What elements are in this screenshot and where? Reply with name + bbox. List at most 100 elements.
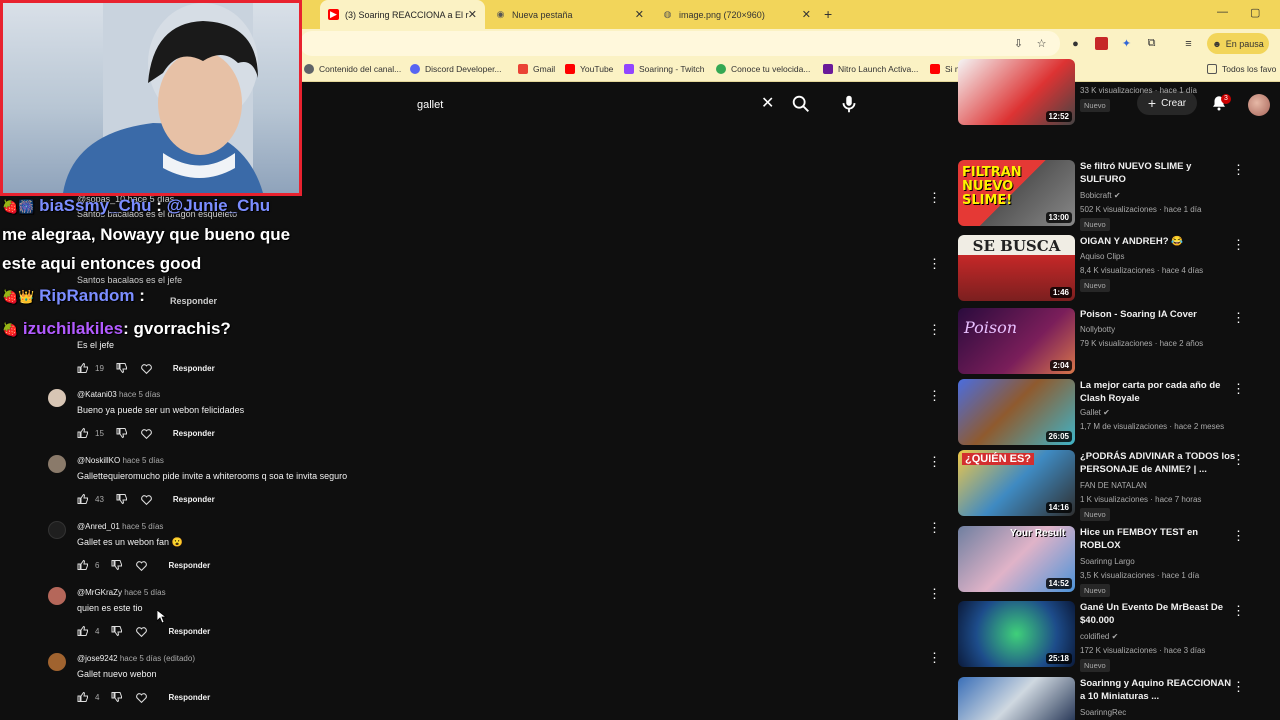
like-icon[interactable] [77,691,89,703]
related-video[interactable]: 26:05 La mejor carta por cada año de Cla… [958,379,1248,445]
extension-blue-icon[interactable]: ✦ [1120,37,1133,50]
comment-author[interactable]: @NoskillKO [77,456,120,465]
video-title[interactable]: Poison - Soaring IA Cover [1080,308,1238,321]
video-channel[interactable]: Nollybotty [1080,325,1115,334]
video-channel[interactable]: FAN DE NATALAN [1080,481,1147,490]
video-menu-icon[interactable]: ⋮ [1232,237,1245,253]
account-avatar[interactable] [1248,94,1270,116]
video-title[interactable]: La mejor carta por cada año de Clash Roy… [1080,379,1238,405]
like-icon[interactable] [77,362,89,374]
comment-avatar[interactable] [48,455,66,473]
related-video[interactable]: Poison 2:04 Poison - Soaring IA Cover No… [958,308,1248,374]
bookmark-item[interactable]: Nitro Launch Activa... [823,64,918,74]
maximize-icon[interactable]: ▢ [1250,6,1260,19]
related-video[interactable]: ¿QUIÉN ES? 14:16 ¿PODRÁS ADIVINAR a TODO… [958,450,1248,521]
close-tab-icon[interactable]: ✕ [802,8,811,21]
bookmark-item[interactable]: Discord Developer... [410,64,502,74]
dislike-icon[interactable] [111,559,123,571]
heart-icon[interactable] [135,691,148,704]
tab-youtube[interactable]: ▶ (3) Soaring REACCIONA a El r ✕ [320,0,485,29]
extension-red-icon[interactable] [1095,37,1108,50]
video-thumbnail[interactable]: 26:05 [958,379,1075,445]
video-channel[interactable]: Bobicraft ✔ [1080,191,1121,200]
comment-menu-icon[interactable]: ⋮ [928,257,941,270]
dislike-icon[interactable] [111,691,123,703]
video-menu-icon[interactable]: ⋮ [1232,452,1245,468]
video-thumbnail[interactable]: 12:52 [958,59,1075,125]
video-channel[interactable]: coldified ✔ [1080,632,1118,641]
new-tab-button[interactable]: + [824,6,832,22]
comment-menu-icon[interactable]: ⋮ [928,455,941,468]
video-thumbnail[interactable]: SE BUSCA 1:46 [958,235,1075,301]
bookmark-item[interactable]: Conoce tu velocida... [716,64,810,74]
video-menu-icon[interactable]: ⋮ [1232,528,1245,544]
heart-icon[interactable] [140,362,153,375]
comment-author[interactable]: @jose9242 [77,654,118,663]
address-bar[interactable] [300,31,1060,56]
video-thumbnail[interactable] [958,677,1075,720]
comment-avatar[interactable] [48,521,66,539]
extension-icon[interactable]: ● [1069,37,1082,50]
video-menu-icon[interactable]: ⋮ [1232,381,1245,397]
comment-menu-icon[interactable]: ⋮ [928,389,941,402]
video-title[interactable]: Se filtró NUEVO SLIME y SULFURO [1080,160,1238,186]
extensions-puzzle-icon[interactable]: ⧉ [1145,37,1158,50]
video-menu-icon[interactable]: ⋮ [1232,162,1245,178]
related-video[interactable]: SE BUSCA 1:46 OIGAN Y ANDREH? 😂 Aquiso C… [958,235,1248,301]
comment-avatar[interactable] [48,653,66,671]
video-title[interactable]: Soarinng y Aquino REACCIONAN a 10 Miniat… [1080,677,1238,703]
video-channel[interactable]: Gallet ✔ [1080,408,1110,417]
profile-paused-pill[interactable]: ☻ En pausa [1207,33,1269,54]
media-control-icon[interactable]: ≡ [1182,37,1195,50]
bookmark-item[interactable]: Soarinng - Twitch [624,64,705,74]
video-thumbnail[interactable]: Your Result 14:52 [958,526,1075,592]
related-video[interactable]: Soarinng y Aquino REACCIONAN a 10 Miniat… [958,677,1248,720]
comment-menu-icon[interactable]: ⋮ [928,587,941,600]
video-thumbnail[interactable]: 25:18 [958,601,1075,667]
like-icon[interactable] [77,559,89,571]
comment-author[interactable]: @Katani03 [77,390,117,399]
reply-button[interactable]: Responder [168,693,210,702]
video-channel[interactable]: Soarinng Largo [1080,557,1135,566]
reply-button[interactable]: Responder [168,561,210,570]
related-video[interactable]: 25:18 Gané Un Evento De MrBeast De $40.0… [958,601,1248,672]
video-title[interactable]: ¿PODRÁS ADIVINAR a TODOS los PERSONAJE d… [1080,450,1238,476]
like-icon[interactable] [77,493,89,505]
comment-menu-icon[interactable]: ⋮ [928,651,941,664]
video-title[interactable]: OIGAN Y ANDREH? 😂 [1080,235,1238,248]
dislike-icon[interactable] [116,493,128,505]
comment-author[interactable]: @Anred_01 [77,522,120,531]
dislike-icon[interactable] [116,362,128,374]
video-menu-icon[interactable]: ⋮ [1232,603,1245,619]
clear-search-icon[interactable]: ✕ [761,93,774,113]
video-title[interactable]: Hice un FEMBOY TEST en ROBLOX [1080,526,1238,552]
comment-author[interactable]: @MrGKraZy [77,588,122,597]
video-thumbnail[interactable]: ¿QUIÉN ES? 14:16 [958,450,1075,516]
video-menu-icon[interactable]: ⋮ [1232,679,1245,695]
comment-menu-icon[interactable]: ⋮ [928,323,941,336]
heart-icon[interactable] [135,559,148,572]
comment-menu-icon[interactable]: ⋮ [928,521,941,534]
dislike-icon[interactable] [116,427,128,439]
dislike-icon[interactable] [111,625,123,637]
bookmark-item[interactable]: Gmail [518,64,555,74]
reply-button[interactable]: Responder [173,429,215,438]
tab-new[interactable]: ◉ Nueva pestaña ✕ [487,0,652,29]
search-icon[interactable] [790,93,812,115]
microphone-icon[interactable] [838,93,860,115]
video-channel[interactable]: Aquiso Clips [1080,252,1124,261]
related-video[interactable]: FILTRAN NUEVO SLIME! 13:00 Se filtró NUE… [958,160,1248,231]
related-video[interactable]: 12:52 33 K visualizaciones · hace 1 día … [958,59,1248,125]
comment-avatar[interactable] [48,587,66,605]
install-app-icon[interactable]: ⇩ [1012,37,1025,50]
close-tab-icon[interactable]: ✕ [635,8,644,21]
bookmark-star-icon[interactable]: ☆ [1035,37,1048,50]
video-menu-icon[interactable]: ⋮ [1232,310,1245,326]
comment-menu-icon[interactable]: ⋮ [928,191,941,204]
bookmark-item[interactable]: Contenido del canal... [304,64,401,74]
related-video[interactable]: Your Result 14:52 Hice un FEMBOY TEST en… [958,526,1248,597]
reply-button[interactable]: Responder [173,495,215,504]
heart-icon[interactable] [140,427,153,440]
comment-avatar[interactable] [48,389,66,407]
bookmark-item[interactable]: YouTube [565,64,613,74]
